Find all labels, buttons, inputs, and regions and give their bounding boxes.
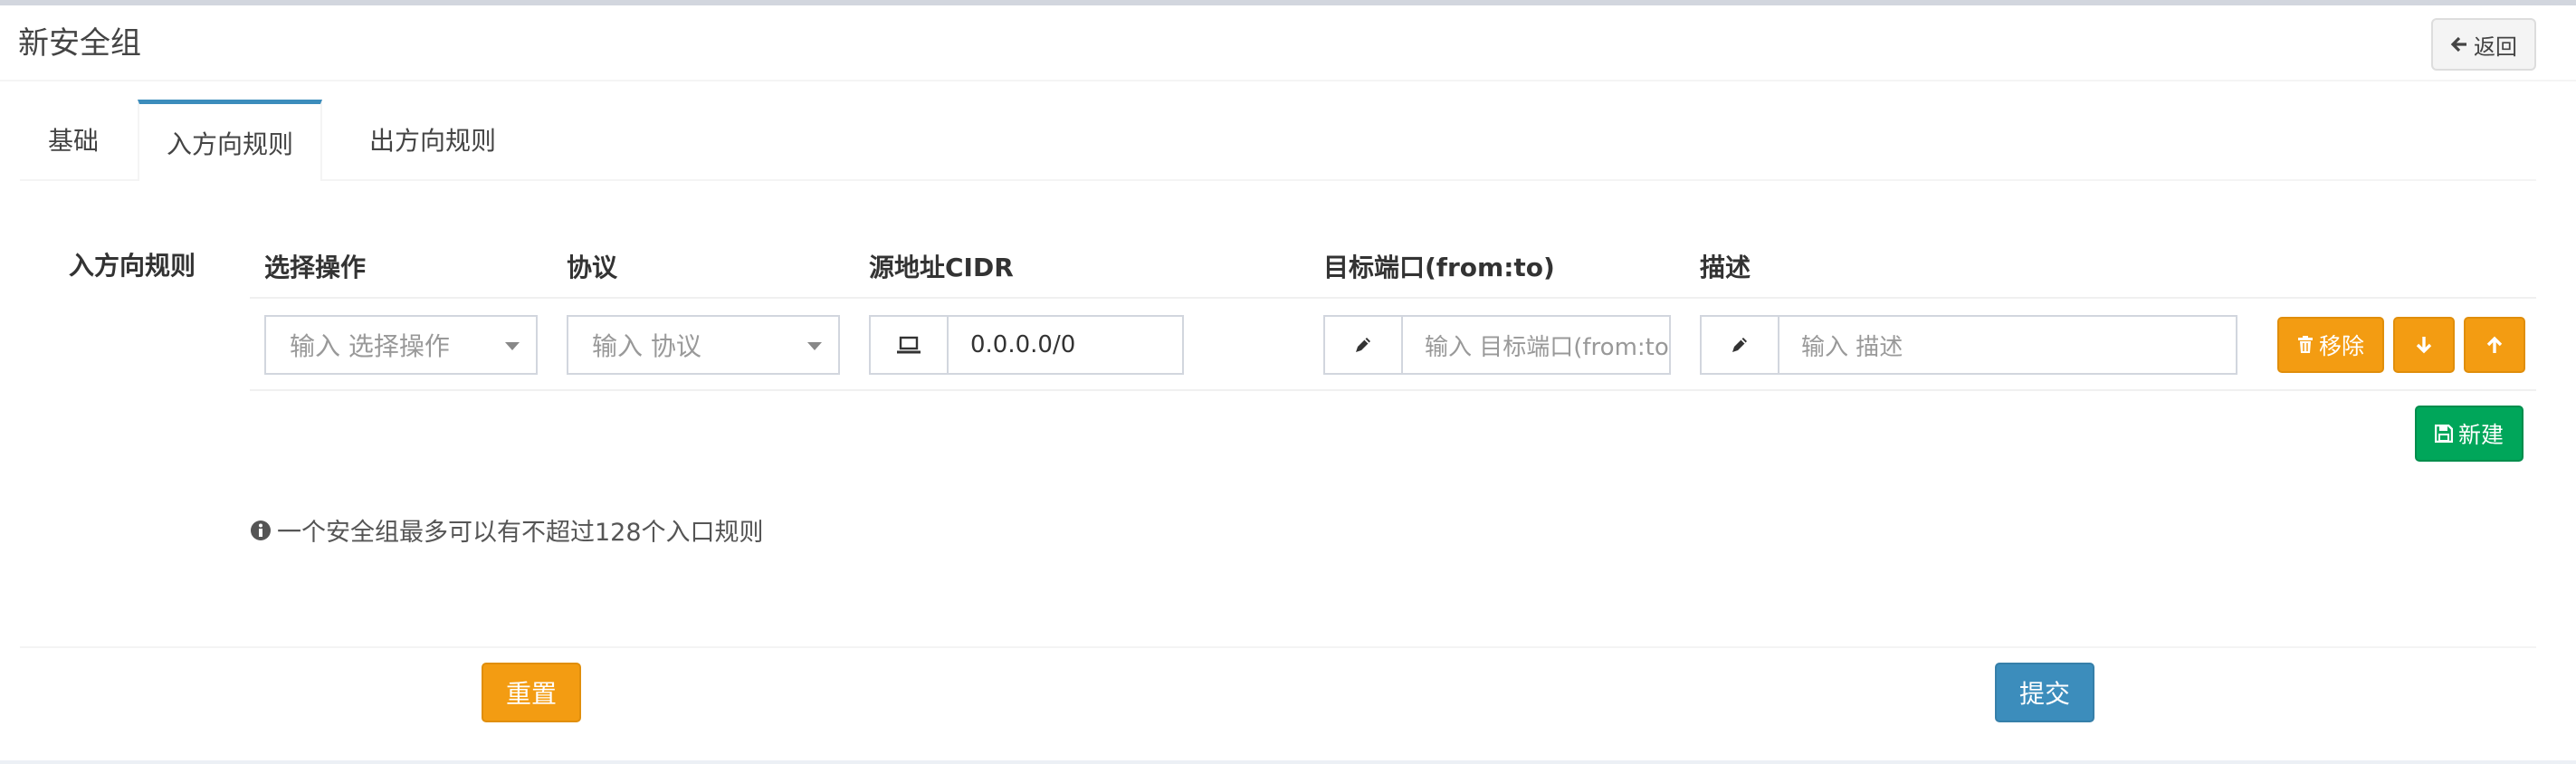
source-cidr-input-group: 0.0.0.0/0 — [869, 315, 1184, 375]
info-circle-icon — [250, 520, 272, 541]
tab-outbound-rules[interactable]: 出方向规则 — [333, 100, 532, 179]
arrow-down-icon — [2415, 335, 2433, 355]
column-header-protocol: 协议 — [567, 253, 618, 282]
protocol-select[interactable]: 输入 协议 — [567, 315, 840, 375]
tab-basic[interactable]: 基础 — [20, 100, 127, 179]
new-rule-label: 新建 — [2457, 422, 2504, 448]
column-header-dest-port: 目标端口(from:to) — [1323, 253, 1555, 282]
description-input[interactable]: 输入 描述 — [1779, 317, 2236, 373]
dest-port-input-group: 输入 目标端口(from:to) — [1323, 315, 1671, 375]
footer-divider — [20, 646, 2536, 648]
move-up-button[interactable] — [2464, 317, 2525, 373]
caret-down-icon — [807, 342, 822, 350]
rule-limit-hint-text: 一个安全组最多可以有不超过128个入口规则 — [277, 519, 764, 547]
save-icon — [2434, 425, 2453, 443]
column-header-description: 描述 — [1700, 253, 1751, 282]
back-button-label: 返回 — [2474, 33, 2517, 60]
protocol-select-placeholder: 输入 协议 — [592, 331, 701, 361]
remove-rule-label: 移除 — [2318, 333, 2364, 359]
description-input-group: 输入 描述 — [1700, 315, 2237, 375]
arrow-left-icon — [2450, 35, 2468, 53]
action-select[interactable]: 输入 选择操作 — [264, 315, 538, 375]
source-cidr-input[interactable]: 0.0.0.0/0 — [949, 317, 1182, 373]
action-select-placeholder: 输入 选择操作 — [290, 331, 450, 361]
table-row-divider — [250, 389, 2536, 391]
column-header-source-cidr: 源地址CIDR — [869, 253, 1014, 282]
back-button[interactable]: 返回 — [2431, 18, 2536, 71]
pencil-icon — [1702, 317, 1779, 373]
remove-rule-button[interactable]: 移除 — [2277, 317, 2384, 373]
move-down-button[interactable] — [2393, 317, 2455, 373]
pencil-icon — [1325, 317, 1403, 373]
laptop-icon — [871, 317, 949, 373]
caret-down-icon — [505, 342, 520, 350]
dest-port-input[interactable]: 输入 目标端口(from:to) — [1403, 317, 1669, 373]
new-rule-button[interactable]: 新建 — [2415, 406, 2524, 462]
table-header-divider — [250, 297, 2536, 299]
page-title: 新安全组 — [18, 25, 141, 62]
arrow-up-icon — [2485, 335, 2504, 355]
tab-bar: 基础 入方向规则 出方向规则 — [20, 100, 2536, 181]
page-header: 新安全组 返回 — [0, 5, 2576, 81]
security-group-panel: 新安全组 返回 基础 入方向规则 出方向规则 入方向规则 选择操作 协议 源地址… — [0, 0, 2576, 760]
tab-inbound-rules[interactable]: 入方向规则 — [138, 100, 322, 181]
submit-button[interactable]: 提交 — [1995, 663, 2094, 722]
trash-icon — [2297, 336, 2314, 354]
inbound-rules-label: 入方向规则 — [69, 251, 196, 281]
rule-limit-hint: 一个安全组最多可以有不超过128个入口规则 — [250, 512, 764, 548]
reset-button[interactable]: 重置 — [482, 663, 581, 722]
column-header-action: 选择操作 — [264, 253, 367, 282]
